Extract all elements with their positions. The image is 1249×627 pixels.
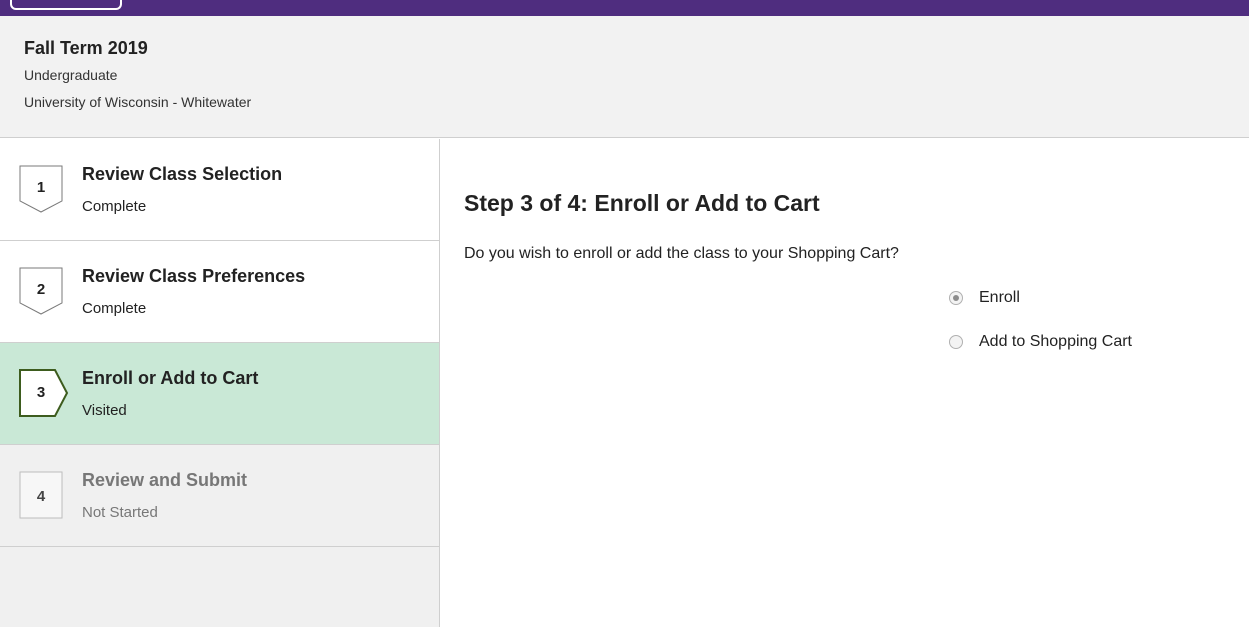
step-badge-2: 2: [19, 267, 67, 315]
add-to-cart-label: Add to Shopping Cart: [979, 333, 1132, 350]
add-to-cart-option[interactable]: Add to Shopping Cart: [949, 333, 1132, 351]
step-number: 3: [36, 384, 46, 401]
step-number: 2: [36, 281, 46, 298]
top-tab[interactable]: [10, 0, 122, 10]
enroll-radio[interactable]: [949, 291, 963, 305]
step-status: Complete: [82, 198, 147, 215]
step-badge-3: 3: [19, 369, 69, 417]
term-career: Undergraduate: [24, 67, 118, 83]
add-to-cart-radio[interactable]: [949, 335, 963, 349]
step-number: 4: [36, 488, 46, 505]
step-status: Complete: [82, 300, 147, 317]
step-badge-4: 4: [19, 471, 67, 519]
step-item-enroll-or-add-to-cart[interactable]: 3 Enroll or Add to Cart Visited: [0, 343, 439, 445]
brand-bar: [0, 0, 1249, 16]
step-item-review-and-submit[interactable]: 4 Review and Submit Not Started: [0, 445, 439, 547]
step-badge-1: 1: [19, 165, 67, 213]
step-navigation: 1 Review Class Selection Complete 2 Revi…: [0, 139, 440, 627]
enroll-option[interactable]: Enroll: [949, 289, 1020, 307]
term-header: Fall Term 2019 Undergraduate University …: [0, 16, 1249, 138]
step-status: Not Started: [82, 504, 158, 521]
step-item-review-class-selection[interactable]: 1 Review Class Selection Complete: [0, 139, 439, 241]
step-label: Enroll or Add to Cart: [82, 368, 259, 388]
term-institution: University of Wisconsin - Whitewater: [24, 94, 252, 110]
step-number: 1: [36, 179, 46, 196]
enroll-question: Do you wish to enroll or add the class t…: [464, 245, 899, 262]
step-label: Review and Submit: [82, 470, 248, 490]
page-title: Step 3 of 4: Enroll or Add to Cart: [464, 190, 820, 216]
step-label: Review Class Selection: [82, 164, 283, 184]
step-label: Review Class Preferences: [82, 266, 306, 286]
term-title: Fall Term 2019: [24, 38, 148, 58]
step-item-review-class-preferences[interactable]: 2 Review Class Preferences Complete: [0, 241, 439, 343]
step-status: Visited: [82, 402, 127, 419]
enroll-label: Enroll: [979, 289, 1020, 306]
